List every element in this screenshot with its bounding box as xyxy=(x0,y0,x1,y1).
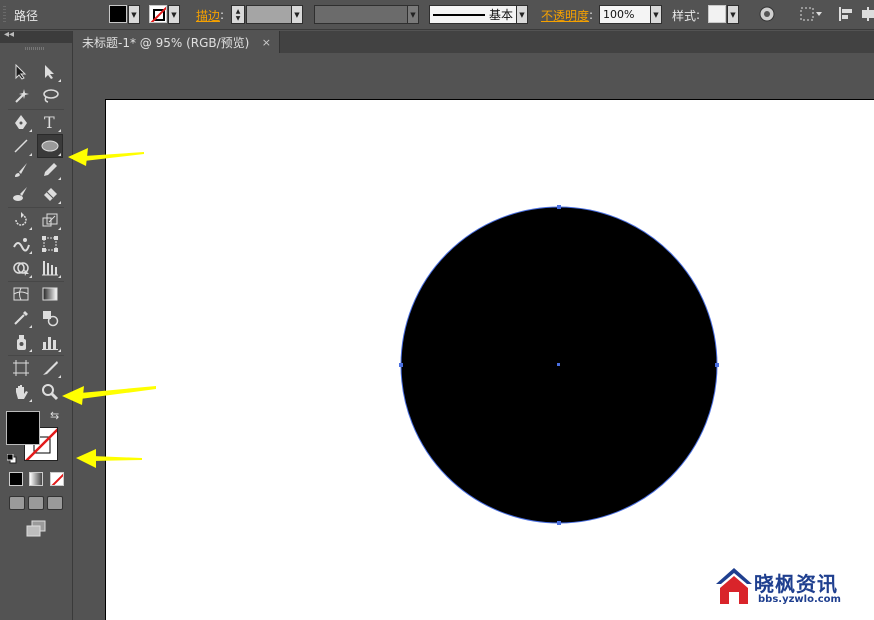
canvas-overlay xyxy=(62,148,719,525)
anchor-point-right[interactable] xyxy=(715,363,719,367)
anchor-point-bottom[interactable] xyxy=(557,521,561,525)
annotation-arrow-zoom xyxy=(62,386,156,405)
anchor-point-top[interactable] xyxy=(557,205,561,209)
center-point[interactable] xyxy=(557,363,560,366)
watermark: 晓枫资讯 bbs.yzwlo.com xyxy=(714,566,854,608)
annotation-arrow-ellipse xyxy=(68,148,144,166)
anchor-point-left[interactable] xyxy=(399,363,403,367)
watermark-logo-icon xyxy=(716,568,752,604)
annotation-arrow-swatches xyxy=(76,449,142,468)
watermark-url: bbs.yzwlo.com xyxy=(758,594,841,605)
watermark-title: 晓枫资讯 xyxy=(754,572,838,596)
